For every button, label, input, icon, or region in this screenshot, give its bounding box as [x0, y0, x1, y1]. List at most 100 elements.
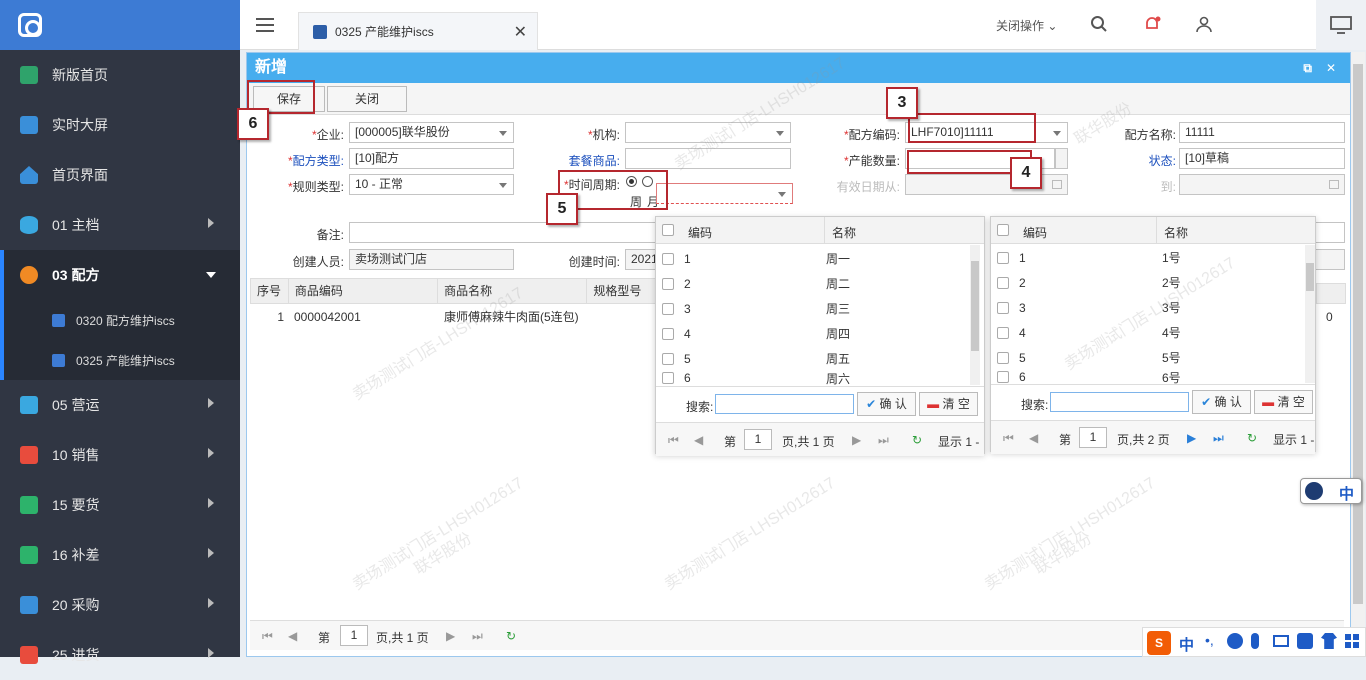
last-page-icon[interactable]: ⏭	[472, 629, 483, 644]
select-all-checkbox[interactable]	[662, 224, 674, 236]
sidebar-item-order[interactable]: 15 要货	[0, 480, 240, 530]
first-page-icon[interactable]: ⏮	[1003, 431, 1014, 446]
type-label: 配方类型:	[292, 154, 344, 168]
shirt-icon[interactable]	[1321, 633, 1337, 649]
week-dropdown-panel: 编码 名称 1 周一 2 周二 3 周三 4 周四 5 周五 6 周六 搜索: ✔ 确 认 …	[655, 216, 985, 456]
punctuation-icon[interactable]: •,	[1205, 632, 1214, 648]
dialog-scrollbar[interactable]	[1351, 52, 1365, 657]
week-scrollbar[interactable]	[970, 245, 980, 385]
refresh-icon[interactable]: ↻	[912, 433, 922, 447]
org-select[interactable]	[625, 122, 791, 143]
menu-toggle-icon[interactable]	[256, 18, 274, 32]
detail-page-input[interactable]: 1	[340, 625, 368, 646]
week-pager: ⏮ ◀ 第 1 页,共 1 页 ▶ ⏭ ↻ 显示 1 -	[656, 422, 984, 456]
list-item[interactable]: 6 周六	[656, 371, 850, 385]
list-item[interactable]: 2 2号	[991, 270, 1181, 295]
refresh-icon[interactable]: ↻	[1247, 431, 1257, 445]
emoji-icon[interactable]	[1227, 633, 1243, 649]
refresh-icon[interactable]: ↻	[506, 629, 516, 643]
package-input[interactable]	[625, 148, 791, 169]
list-item[interactable]: 4 周四	[656, 321, 850, 346]
col-code[interactable]: 商品编码	[289, 279, 439, 303]
company-select[interactable]: [000005]联华股份	[349, 122, 514, 143]
code-label: 配方编码:	[848, 128, 900, 142]
sidebar-item-sales[interactable]: 10 销售	[0, 430, 240, 480]
last-page-icon[interactable]: ⏭	[1213, 431, 1224, 446]
toolbox-icon[interactable]	[1345, 634, 1359, 648]
sidebar-item-master[interactable]: 01 主档	[0, 200, 240, 250]
first-page-icon[interactable]: ⏮	[262, 629, 273, 644]
next-page-icon[interactable]: ▶	[446, 629, 455, 643]
skin-icon[interactable]	[1297, 633, 1313, 649]
qty-stepper[interactable]	[1055, 148, 1068, 169]
sidebar-item-compensation[interactable]: 16 补差	[0, 530, 240, 580]
next-page-icon[interactable]: ▶	[852, 433, 861, 447]
list-item[interactable]: 1 周一	[656, 246, 850, 271]
week-search-input[interactable]	[715, 394, 854, 414]
close-operations-dropdown[interactable]: 关闭操作 ⌄	[996, 17, 1057, 34]
month-clear-button[interactable]: ▬ 清 空	[1254, 390, 1313, 414]
mic-icon[interactable]	[1251, 633, 1259, 649]
valid-from-input[interactable]	[905, 174, 1068, 195]
month-search-input[interactable]	[1050, 392, 1189, 412]
col-name[interactable]: 商品名称	[438, 279, 588, 303]
prev-page-icon[interactable]: ◀	[1029, 431, 1038, 445]
user-icon[interactable]	[1195, 15, 1213, 33]
last-page-icon[interactable]: ⏭	[878, 433, 889, 448]
list-item[interactable]: 3 周三	[656, 296, 850, 321]
next-page-icon[interactable]: ▶	[1187, 431, 1196, 445]
week-confirm-button[interactable]: ✔ 确 认	[857, 392, 916, 416]
list-item[interactable]: 5 周五	[656, 346, 850, 371]
ime-toolbar[interactable]: S 中 •,	[1142, 627, 1366, 657]
select-all-checkbox[interactable]	[997, 224, 1009, 236]
app-logo[interactable]	[18, 13, 42, 37]
month-confirm-button[interactable]: ✔ 确 认	[1192, 390, 1251, 414]
sidebar-item-operation[interactable]: 05 营运	[0, 380, 240, 430]
ime-floating-bar[interactable]: 中	[1300, 478, 1362, 504]
period-select[interactable]	[656, 183, 793, 204]
search-icon[interactable]	[1090, 15, 1108, 33]
status-input[interactable]: [10]草稿	[1179, 148, 1345, 169]
close-button[interactable]: 关闭	[327, 86, 407, 112]
col-spec[interactable]: 规格型号	[587, 279, 659, 303]
valid-to-input[interactable]	[1179, 174, 1345, 195]
list-item[interactable]: 5 5号	[991, 345, 1181, 370]
create-time-input[interactable]: 2021	[625, 249, 659, 270]
sidebar-item-new-home[interactable]: 新版首页	[0, 50, 240, 100]
month-scrollbar[interactable]	[1305, 245, 1315, 383]
sidebar-item-receiving[interactable]: 25 进货	[0, 630, 240, 680]
order-icon	[20, 496, 38, 514]
prev-page-icon[interactable]: ◀	[694, 433, 703, 447]
week-clear-button[interactable]: ▬ 清 空	[919, 392, 978, 416]
screen-toggle[interactable]	[1316, 0, 1366, 50]
keyboard-icon[interactable]	[1273, 635, 1289, 647]
prev-page-icon[interactable]: ◀	[288, 629, 297, 643]
list-item[interactable]: 1 1号	[991, 245, 1181, 270]
rule-select[interactable]: 10 - 正常	[349, 174, 514, 195]
first-page-icon[interactable]: ⏮	[668, 433, 679, 448]
sidebar-item-purchase[interactable]: 20 采购	[0, 580, 240, 630]
month-page-input[interactable]: 1	[1079, 427, 1107, 448]
sidebar-item-recipe[interactable]: 03 配方	[0, 250, 240, 300]
list-item[interactable]: 3 3号	[991, 295, 1181, 320]
week-page-input[interactable]: 1	[744, 429, 772, 450]
sidebar-subitem-recipe-maintain[interactable]: 0320 配方维护iscs	[0, 300, 240, 340]
remark-input[interactable]	[349, 222, 659, 243]
bell-icon[interactable]	[1143, 15, 1161, 33]
dialog-toolbar: 保存 关闭	[247, 83, 1350, 115]
dialog-close-icon[interactable]: ✕	[1326, 53, 1336, 83]
list-item[interactable]: 2 周二	[656, 271, 850, 296]
col-no[interactable]: 序号	[251, 279, 289, 303]
list-item[interactable]: 6 6号	[991, 370, 1181, 384]
creator-input[interactable]: 卖场测试门店	[349, 249, 514, 270]
restore-icon[interactable]: ⧉	[1303, 53, 1312, 83]
tab-close-icon[interactable]: ✕	[514, 22, 527, 42]
sidebar-item-dashboard[interactable]: 实时大屏	[0, 100, 240, 150]
type-input[interactable]: [10]配方	[349, 148, 514, 169]
tab-capacity-maintain[interactable]: 0325 产能维护iscs ✕	[298, 12, 538, 50]
sidebar-item-homepage[interactable]: 首页界面	[0, 150, 240, 200]
table-row[interactable]: 1 0000042001 康师傅麻辣牛肉面(5连包)	[250, 304, 660, 330]
sidebar-subitem-capacity-maintain[interactable]: 0325 产能维护iscs	[0, 340, 240, 380]
list-item[interactable]: 4 4号	[991, 320, 1181, 345]
name-input[interactable]: 11111	[1179, 122, 1345, 143]
